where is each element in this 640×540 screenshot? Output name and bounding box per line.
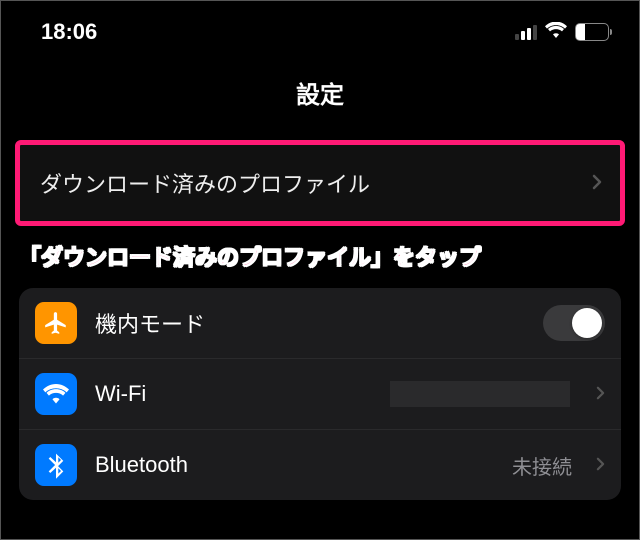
bluetooth-row[interactable]: Bluetooth 未接続: [19, 430, 621, 500]
battery-indicator: 28: [575, 23, 609, 41]
airplane-mode-toggle[interactable]: [543, 305, 605, 341]
page-title: 設定: [1, 55, 639, 140]
chevron-right-icon: [592, 170, 602, 196]
airplane-mode-label: 機内モード: [95, 307, 525, 339]
bluetooth-icon: [35, 444, 77, 486]
downloaded-profile-row[interactable]: ダウンロード済みのプロファイル: [15, 140, 625, 226]
settings-list: 機内モード Wi-Fi Bluetooth 未接続: [19, 288, 621, 500]
instruction-annotation: 「ダウンロード済みのプロファイル」をタップ: [19, 240, 621, 272]
wifi-status-icon: [545, 22, 567, 42]
status-bar: 18:06 28: [1, 1, 639, 55]
downloaded-profile-label: ダウンロード済みのプロファイル: [40, 167, 370, 199]
cellular-signal-icon: [515, 24, 537, 40]
wifi-label: Wi-Fi: [95, 381, 372, 407]
chevron-right-icon: [596, 383, 605, 406]
airplane-mode-row[interactable]: 機内モード: [19, 288, 621, 359]
wifi-row[interactable]: Wi-Fi: [19, 359, 621, 430]
battery-percent: 28: [576, 25, 608, 39]
bluetooth-value: 未接続: [512, 451, 572, 480]
status-indicators: 28: [515, 22, 609, 42]
chevron-right-icon: [596, 454, 605, 477]
bluetooth-label: Bluetooth: [95, 452, 494, 478]
status-time: 18:06: [41, 19, 97, 45]
airplane-icon: [35, 302, 77, 344]
wifi-value-redacted: [390, 381, 570, 407]
wifi-icon: [35, 373, 77, 415]
